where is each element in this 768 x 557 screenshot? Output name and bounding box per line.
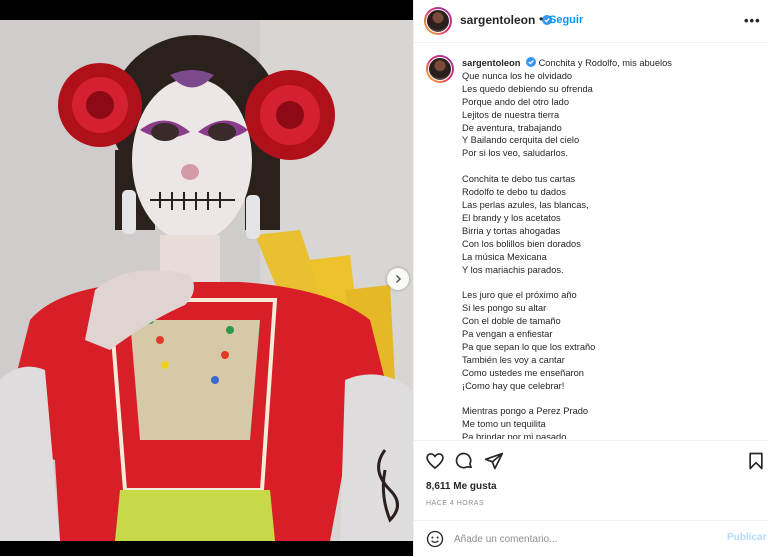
likes-count[interactable]: 8,611 Me gusta [426,481,497,492]
username-text[interactable]: sargentoleon [460,13,535,27]
more-options-icon[interactable]: ••• [744,13,761,28]
post-media [0,0,413,556]
comment-form: Publicar [414,520,768,557]
post-timestamp: HACE 4 HORAS [426,500,485,507]
avatar[interactable] [424,7,452,35]
caption-text-block: sargentoleon Conchita y Rodolfo, mis abu… [462,57,762,439]
heart-icon[interactable] [425,451,445,471]
post-photo[interactable] [0,20,413,541]
next-image-button[interactable] [387,268,409,290]
caption-area: sargentoleon Conchita y Rodolfo, mis abu… [414,43,768,439]
comment-bubble-icon[interactable] [454,451,474,471]
paper-plane-icon[interactable] [484,451,504,471]
post-actions: 8,611 Me gusta HACE 4 HORAS Publicar [414,440,768,556]
header-username[interactable]: sargentoleon [460,13,552,27]
follow-button[interactable]: Seguir [549,14,583,26]
verified-badge-icon [525,57,536,67]
caption-avatar[interactable] [426,55,454,83]
comment-input[interactable] [454,530,714,548]
chevron-right-icon [395,274,402,284]
caption-text: Conchita y Rodolfo, mis abuelos Que nunc… [462,58,672,439]
post-header: sargentoleon • Seguir ••• [414,0,768,43]
bookmark-icon[interactable] [746,451,766,471]
smiley-icon[interactable] [426,530,444,548]
publish-button[interactable]: Publicar [727,532,766,543]
post-side-panel: sargentoleon • Seguir ••• sargentoleon C… [413,0,768,556]
caption-username-text[interactable]: sargentoleon [462,58,520,68]
separator-dot: • [539,12,544,26]
caption-username[interactable]: sargentoleon [462,57,536,68]
